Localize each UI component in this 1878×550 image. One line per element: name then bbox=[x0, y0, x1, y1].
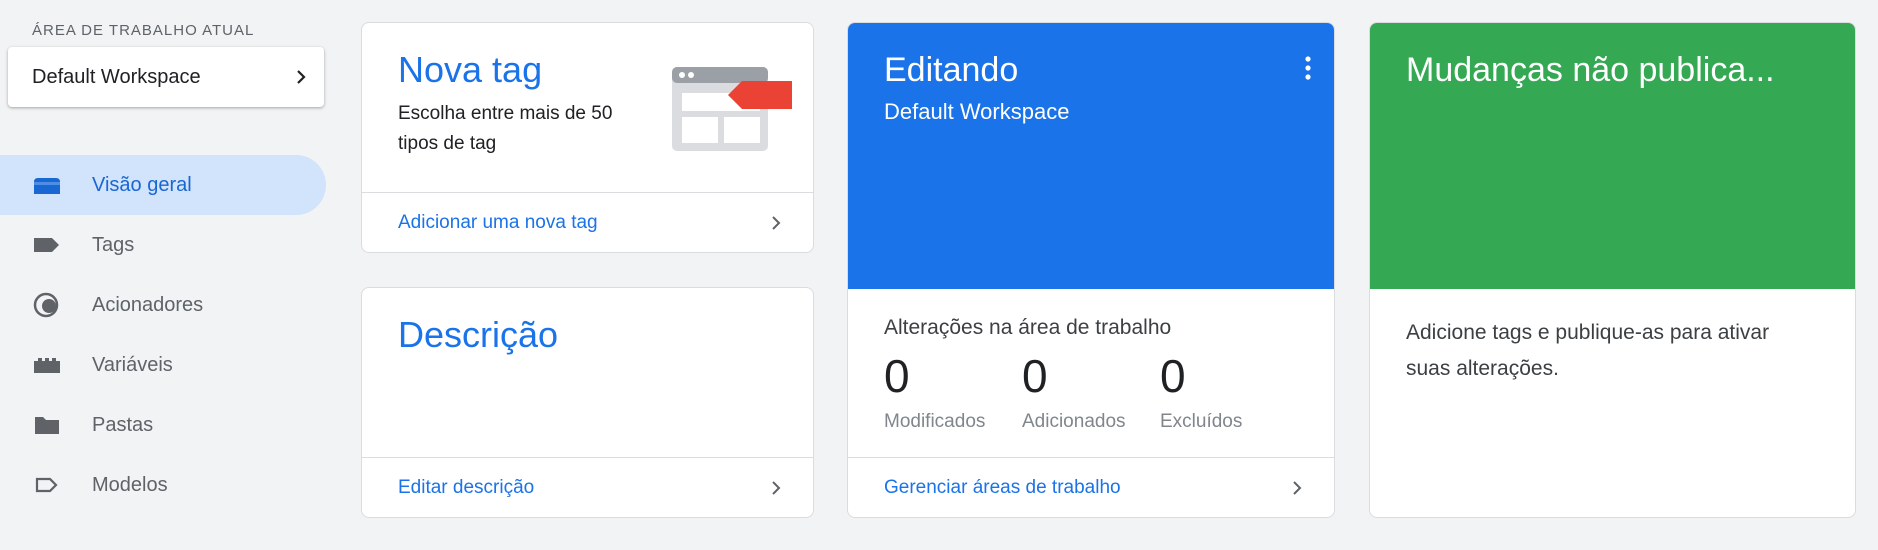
editing-card: Editando Default Workspace Alterações na… bbox=[847, 22, 1335, 518]
description-card: Descrição Editar descrição bbox=[361, 287, 814, 518]
stat-label: Adicionados bbox=[1022, 411, 1126, 432]
workspace-selector[interactable]: Default Workspace bbox=[8, 47, 324, 107]
chevron-right-icon bbox=[297, 70, 306, 84]
add-new-tag-link[interactable]: Adicionar uma nova tag bbox=[362, 192, 813, 252]
chevron-right-icon bbox=[772, 215, 781, 230]
sidebar-item-label: Acionadores bbox=[92, 293, 204, 316]
editing-title: Editando bbox=[884, 51, 1019, 89]
unpublished-title: Mudanças não publica... bbox=[1406, 51, 1775, 89]
sidebar-item-folders[interactable]: Pastas bbox=[0, 395, 326, 455]
variables-icon bbox=[32, 353, 62, 377]
edit-description-label: Editar descrição bbox=[398, 476, 535, 498]
edit-description-link[interactable]: Editar descrição bbox=[362, 457, 813, 517]
stat-value: 0 bbox=[884, 350, 910, 402]
add-new-tag-label: Adicionar uma nova tag bbox=[398, 211, 598, 233]
trigger-icon bbox=[32, 292, 62, 318]
stat-added: 0 Adicionados bbox=[1022, 353, 1126, 433]
workspace-section-label: ÁREA DE TRABALHO ATUAL bbox=[32, 22, 255, 39]
workspace-name: Default Workspace bbox=[32, 65, 201, 88]
more-vert-icon[interactable] bbox=[1302, 55, 1314, 81]
stat-value: 0 bbox=[1160, 350, 1186, 402]
tag-icon bbox=[32, 233, 62, 257]
unpublished-changes-card: Mudanças não publica... Adicione tags e … bbox=[1369, 22, 1856, 518]
description-title: Descrição bbox=[398, 314, 559, 355]
tag-illustration-icon bbox=[672, 67, 792, 151]
chevron-right-icon bbox=[1293, 480, 1302, 495]
sidebar-item-templates[interactable]: Modelos bbox=[0, 455, 326, 515]
template-icon bbox=[32, 473, 62, 497]
sidebar-item-variables[interactable]: Variáveis bbox=[0, 335, 326, 395]
new-tag-title: Nova tag bbox=[398, 49, 543, 90]
stat-modified: 0 Modificados bbox=[884, 353, 985, 433]
sidebar-item-tags[interactable]: Tags bbox=[0, 215, 326, 275]
stat-value: 0 bbox=[1022, 350, 1048, 402]
sidebar-item-label: Visão geral bbox=[92, 173, 192, 196]
chevron-right-icon bbox=[772, 480, 781, 495]
editing-banner: Editando Default Workspace bbox=[848, 23, 1334, 289]
new-tag-card: Nova tag Escolha entre mais de 50 tipos … bbox=[361, 22, 814, 253]
editing-workspace-name: Default Workspace bbox=[884, 99, 1070, 124]
sidebar-nav: Visão geral Tags Acionadores Variáveis P… bbox=[0, 155, 326, 515]
workspace-changes-title: Alterações na área de trabalho bbox=[884, 316, 1172, 339]
sidebar-item-overview[interactable]: Visão geral bbox=[0, 155, 326, 215]
sidebar-item-label: Variáveis bbox=[92, 353, 173, 376]
sidebar-item-label: Tags bbox=[92, 233, 135, 256]
sidebar-item-label: Pastas bbox=[92, 413, 154, 436]
folder-icon bbox=[32, 413, 62, 437]
sidebar-item-triggers[interactable]: Acionadores bbox=[0, 275, 326, 335]
unpublished-banner: Mudanças não publica... bbox=[1370, 23, 1855, 289]
stat-label: Excluídos bbox=[1160, 411, 1243, 432]
manage-workspaces-link[interactable]: Gerenciar áreas de trabalho bbox=[848, 457, 1334, 517]
new-tag-description: Escolha entre mais de 50 tipos de tag bbox=[398, 103, 613, 154]
stat-deleted: 0 Excluídos bbox=[1160, 353, 1242, 433]
sidebar-item-label: Modelos bbox=[92, 473, 168, 496]
unpublished-text: Adicione tags e publique-as para ativar … bbox=[1406, 321, 1770, 380]
stat-label: Modificados bbox=[884, 411, 986, 432]
manage-workspaces-label: Gerenciar áreas de trabalho bbox=[884, 476, 1121, 498]
overview-icon bbox=[32, 173, 62, 197]
